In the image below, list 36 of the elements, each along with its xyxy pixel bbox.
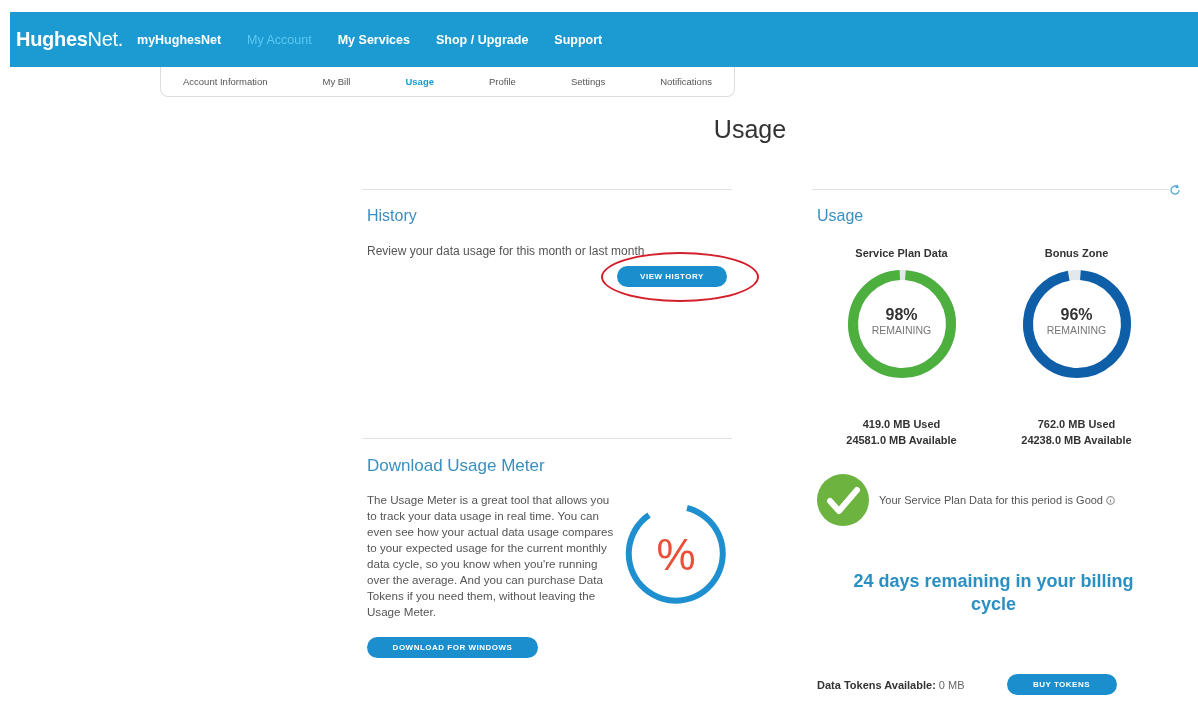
used-text: 419.0 MB Used <box>862 418 941 430</box>
gauge-percent: 96% <box>1059 306 1094 324</box>
description-text: The Usage Meter is a great tool that allows you to track your data usage in real time. You can even see how your actual data usage compares to your expected usage for the current monthly data cycle, so you know when you're running over the average. And you can purchase Data Tokens if you need them, without leaving the Usage Meter. <box>367 492 615 620</box>
sub-nav-link[interactable]: Account Information <box>183 76 268 87</box>
refresh-icon[interactable] <box>1169 184 1181 196</box>
download-button[interactable]: DOWNLOAD FOR WINDOWS <box>367 637 538 658</box>
available-text: 24581.0 MB Available <box>846 434 957 446</box>
section-title: History <box>367 207 418 225</box>
used-text: 762.0 MB Used <box>1037 418 1116 430</box>
billing-cycle-text: 24 days remaining in your billing cycle <box>852 570 1135 616</box>
sub-nav-link[interactable]: Settings <box>570 76 606 87</box>
info-icon[interactable] <box>1106 495 1115 505</box>
nav-link[interactable]: myHughesNet <box>137 32 222 47</box>
tokens-label: Data Tokens Available: <box>817 678 936 691</box>
gauge-caption: REMAINING <box>1045 324 1108 336</box>
nav-link[interactable]: Shop / Upgrade <box>436 32 529 47</box>
view-history-button[interactable]: VIEW HISTORY <box>617 266 727 287</box>
sub-nav-link[interactable]: Profile <box>488 76 516 87</box>
status-text: Your Service Plan Data for this period is Good <box>879 494 1103 506</box>
buy-tokens-button[interactable]: BUY TOKENS <box>1006 674 1117 695</box>
sub-nav-link[interactable]: My Bill <box>322 76 351 87</box>
sub-nav-link[interactable]: Notifications <box>660 76 712 87</box>
section-title: Usage <box>817 207 865 225</box>
description-text: Review your data usage for this month or last month <box>367 243 646 259</box>
nav-link[interactable]: My Services <box>337 32 410 47</box>
available-text: 24238.0 MB Available <box>1021 434 1132 446</box>
gauge-title: Bonus Zone <box>1044 247 1109 259</box>
sub-nav-link[interactable]: Usage <box>405 76 434 87</box>
logo[interactable]: HughesNet. <box>16 28 124 51</box>
gauge-caption: REMAINING <box>870 324 933 336</box>
page-title: Usage <box>712 115 788 144</box>
gauge-title: Service Plan Data <box>855 247 948 259</box>
nav-link[interactable]: Support <box>554 32 603 47</box>
gauge-percent: 98% <box>884 306 919 324</box>
section-title: Download Usage Meter <box>367 456 546 476</box>
tokens-value: 0 MB <box>938 678 965 691</box>
